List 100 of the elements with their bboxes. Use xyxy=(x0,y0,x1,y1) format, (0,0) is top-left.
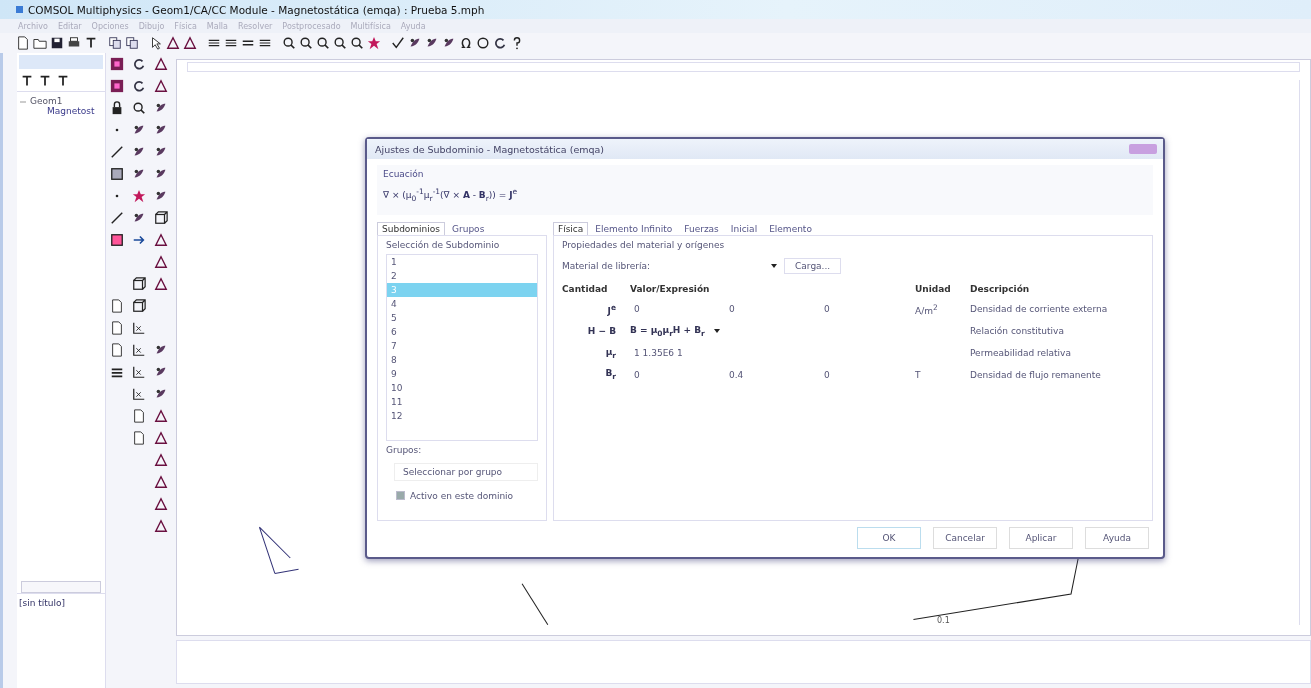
square-icon[interactable] xyxy=(110,233,124,247)
copy-icon[interactable] xyxy=(108,36,122,50)
checkbox[interactable] xyxy=(396,491,405,501)
check-icon[interactable] xyxy=(391,36,405,50)
dialog-button[interactable]: Cancelar xyxy=(933,527,997,549)
axes-icon[interactable] xyxy=(132,321,146,335)
tree-toggle-icon[interactable] xyxy=(19,98,27,106)
lock-icon[interactable] xyxy=(110,101,124,115)
triangle-icon[interactable] xyxy=(154,453,168,467)
load-button[interactable]: Carga... xyxy=(784,257,842,274)
tab[interactable]: Física xyxy=(553,221,589,235)
triangle-icon[interactable] xyxy=(154,519,168,533)
tree-item[interactable]: Magnetost xyxy=(47,106,95,116)
triangle-icon[interactable] xyxy=(154,431,168,445)
zoom-icon[interactable] xyxy=(350,36,364,50)
copy-icon[interactable] xyxy=(125,36,139,50)
triangle-icon[interactable] xyxy=(154,57,168,71)
folder-icon[interactable] xyxy=(33,36,47,50)
triangle-icon[interactable] xyxy=(154,79,168,93)
list-item[interactable]: 4 xyxy=(387,296,537,311)
dialog-button[interactable]: Ayuda xyxy=(1085,527,1149,549)
list-item[interactable]: 6 xyxy=(387,324,537,339)
tab[interactable]: Subdominios xyxy=(377,221,446,235)
axes-icon[interactable] xyxy=(132,343,146,357)
scroll-bar[interactable] xyxy=(187,62,1300,72)
page-icon[interactable] xyxy=(110,343,124,357)
tab[interactable]: Fuerzas xyxy=(679,221,724,235)
tab[interactable]: Elemento xyxy=(764,221,817,235)
circle-icon[interactable] xyxy=(476,36,490,50)
line-icon[interactable] xyxy=(110,211,124,225)
list-item[interactable]: 11 xyxy=(387,394,537,409)
cube-icon[interactable] xyxy=(132,277,146,291)
zoom-icon[interactable] xyxy=(299,36,313,50)
text-icon[interactable] xyxy=(20,74,34,88)
dialog-button[interactable]: OK xyxy=(857,527,921,549)
rotate-icon[interactable] xyxy=(132,57,146,71)
page-icon[interactable] xyxy=(110,299,124,313)
history-item[interactable]: [sin título] xyxy=(19,598,66,608)
star-icon[interactable] xyxy=(132,189,146,203)
text-icon[interactable] xyxy=(56,74,70,88)
triangle-icon[interactable] xyxy=(154,475,168,489)
zoom-icon[interactable] xyxy=(333,36,347,50)
text-icon[interactable] xyxy=(38,74,52,88)
zoom-icon[interactable] xyxy=(282,36,296,50)
cube-icon[interactable] xyxy=(132,299,146,313)
subdomain-list[interactable]: 1 2 3 4 5 6 7 8 9 10 11 12 xyxy=(386,253,538,441)
tab[interactable]: Grupos xyxy=(447,221,490,235)
triangle-icon[interactable] xyxy=(183,36,197,50)
arrow-icon[interactable] xyxy=(132,233,146,247)
triangle-icon[interactable] xyxy=(154,233,168,247)
grid-icon[interactable] xyxy=(110,57,124,71)
zoom-icon[interactable] xyxy=(132,101,146,115)
value-field[interactable]: 0 xyxy=(630,369,725,380)
axes-icon[interactable] xyxy=(132,387,146,401)
rotate-icon[interactable] xyxy=(493,36,507,50)
printer-icon[interactable] xyxy=(67,36,81,50)
zoom-icon[interactable] xyxy=(316,36,330,50)
pointer-icon[interactable] xyxy=(149,36,163,50)
text-icon[interactable] xyxy=(84,36,98,50)
triangle-icon[interactable] xyxy=(154,497,168,511)
omega-icon[interactable] xyxy=(459,36,473,50)
star-icon[interactable] xyxy=(367,36,381,50)
tree-item[interactable]: Geom1 xyxy=(30,96,63,106)
rotate-icon[interactable] xyxy=(132,79,146,93)
page-icon[interactable] xyxy=(110,321,124,335)
list-item[interactable]: 10 xyxy=(387,380,537,395)
list-item[interactable]: 2 xyxy=(387,268,537,283)
value-field[interactable]: 0 xyxy=(630,304,725,315)
section-label: Propiedades del material y orígenes xyxy=(562,239,726,250)
triangle-icon[interactable] xyxy=(154,255,168,269)
list-item[interactable]: 9 xyxy=(387,366,537,381)
scroll-bar[interactable] xyxy=(21,581,101,593)
value-field[interactable]: 1 1.35E6 1 xyxy=(630,348,884,358)
new-file-icon[interactable] xyxy=(16,36,30,50)
save-icon[interactable] xyxy=(50,36,64,50)
list-item[interactable]: 1 xyxy=(387,254,537,269)
triangle-icon[interactable] xyxy=(154,277,168,291)
value-field[interactable]: 0 xyxy=(725,304,820,315)
list-item[interactable]: 7 xyxy=(387,338,537,353)
axes-icon[interactable] xyxy=(132,365,146,379)
list-item[interactable]: 8 xyxy=(387,352,537,367)
relation-dropdown[interactable]: B = μ$_{0}$μ$_{r}$H + B$_{r}$ xyxy=(630,324,705,338)
page-icon[interactable] xyxy=(132,409,146,423)
triangle-icon[interactable] xyxy=(154,409,168,423)
list-item[interactable]: 12 xyxy=(387,408,537,423)
square-icon[interactable] xyxy=(110,167,124,181)
cube-icon[interactable] xyxy=(154,211,168,225)
value-field[interactable]: 0 xyxy=(820,369,915,380)
value-field[interactable]: 0.4 xyxy=(725,369,820,380)
triangle-icon[interactable] xyxy=(166,36,180,50)
page-icon[interactable] xyxy=(132,431,146,445)
value-field[interactable]: 0 xyxy=(820,304,915,315)
select-by-group-button[interactable]: Seleccionar por grupo xyxy=(394,462,538,481)
tab[interactable]: Elemento Infinito xyxy=(590,221,678,235)
grid-icon[interactable] xyxy=(110,79,124,93)
list-item[interactable]: 5 xyxy=(387,310,537,325)
tab[interactable]: Inicial xyxy=(725,221,763,235)
dialog-button[interactable]: Aplicar xyxy=(1009,527,1073,549)
line-icon[interactable] xyxy=(110,145,124,159)
unit-text: T xyxy=(915,369,921,380)
